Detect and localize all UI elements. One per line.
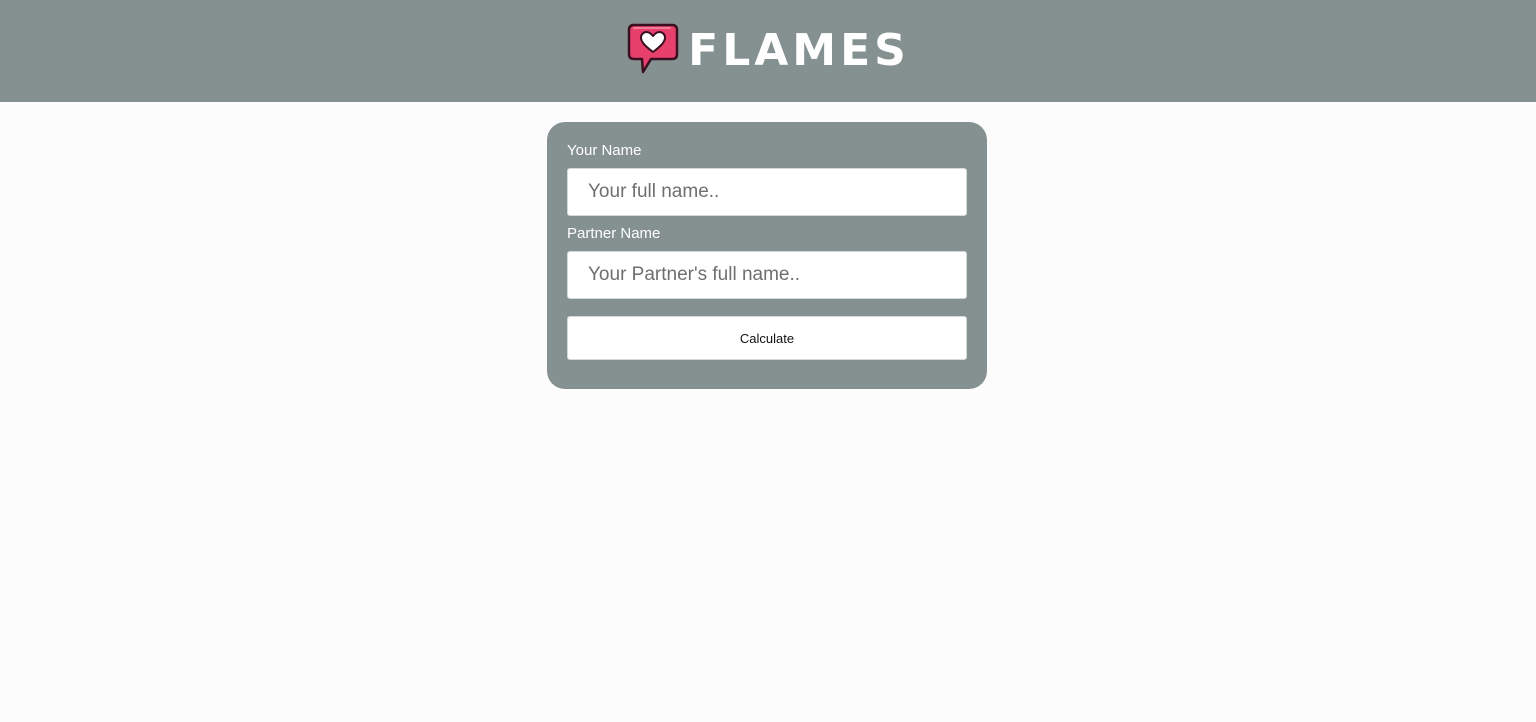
brand: FLAMES <box>626 23 910 76</box>
app-title: FLAMES <box>688 25 910 76</box>
your-name-input[interactable] <box>567 168 967 216</box>
partner-name-label: Partner Name <box>567 225 661 242</box>
partner-name-input[interactable] <box>567 251 967 299</box>
flames-form-card: Your Name Partner Name Calculate <box>547 122 987 389</box>
heart-speech-bubble-icon <box>627 23 679 74</box>
app-header: FLAMES <box>0 0 1536 102</box>
your-name-label: Your Name <box>567 142 642 159</box>
calculate-button[interactable]: Calculate <box>567 316 967 360</box>
